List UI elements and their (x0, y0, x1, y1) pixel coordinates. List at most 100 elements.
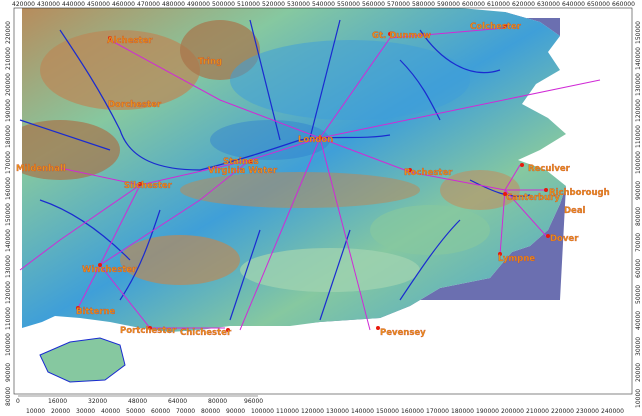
place-label-colchester: Colchester (470, 22, 522, 32)
place-label-dunmow: Gt. Dunmow (372, 31, 431, 41)
bottom-tick: 150000 (376, 408, 399, 415)
scale-tick: 16000 (48, 398, 67, 405)
left-tick: 210000 (5, 47, 12, 70)
top-tick: 490000 (187, 1, 210, 8)
top-tick: 520000 (262, 1, 285, 8)
top-tick: 600000 (462, 1, 485, 8)
bottom-tick: 220000 (551, 408, 574, 415)
top-tick: 540000 (312, 1, 335, 8)
bottom-tick: 80000 (201, 408, 220, 415)
bottom-tick: 140000 (351, 408, 374, 415)
top-tick: 450000 (87, 1, 110, 8)
right-tick: 100000 (635, 151, 642, 174)
place-label-lympne: Lympne (498, 254, 535, 264)
right-tick: 70000 (635, 233, 642, 252)
top-tick: 460000 (112, 1, 135, 8)
bottom-tick: 40000 (101, 408, 120, 415)
scale-tick: 80000 (208, 398, 227, 405)
right-tick: 40000 (635, 311, 642, 330)
bottom-tick: 10000 (26, 408, 45, 415)
map-svg: 420000 430000 440000 450000 460000 47000… (5, 1, 642, 415)
right-tick: 30000 (635, 337, 642, 356)
top-tick: 610000 (487, 1, 510, 8)
top-tick: 530000 (287, 1, 310, 8)
left-tick: 110000 (5, 307, 12, 330)
bottom-axis: 10000 20000 30000 40000 50000 60000 7000… (26, 408, 624, 415)
right-tick: 50000 (635, 285, 642, 304)
place-label-richborough: Richborough (549, 188, 610, 198)
relief-map: 420000 430000 440000 450000 460000 47000… (0, 0, 642, 416)
bottom-tick: 110000 (276, 408, 299, 415)
right-tick: 80000 (635, 207, 642, 226)
right-tick: 110000 (635, 125, 642, 148)
bottom-tick: 90000 (226, 408, 245, 415)
bottom-tick: 120000 (301, 408, 324, 415)
bottom-tick: 180000 (451, 408, 474, 415)
place-label-tring: Tring (198, 57, 222, 67)
right-axis: 150000 140000 130000 120000 110000 10000… (635, 21, 642, 408)
top-tick: 550000 (337, 1, 360, 8)
place-label-bitterne: Bitterne (76, 307, 116, 317)
place-label-chichester: Chichester (180, 328, 232, 338)
right-tick: 20000 (635, 363, 642, 382)
place-label-deal: Deal (564, 206, 586, 216)
top-tick: 500000 (212, 1, 235, 8)
scale-tick: 0 (16, 398, 20, 405)
top-tick: 430000 (37, 1, 60, 8)
town-dot (544, 188, 548, 192)
place-label-winchester: Winchester (82, 265, 137, 275)
left-tick: 100000 (5, 333, 12, 356)
top-tick: 420000 (12, 1, 35, 8)
bottom-tick: 170000 (426, 408, 449, 415)
place-label-pevensey: Pevensey (380, 328, 426, 338)
left-tick: 120000 (5, 281, 12, 304)
place-label-silchester: Silchester (124, 181, 173, 191)
left-tick: 140000 (5, 229, 12, 252)
top-tick: 570000 (387, 1, 410, 8)
left-tick: 150000 (5, 203, 12, 226)
right-tick: 10000 (635, 389, 642, 408)
right-tick: 90000 (635, 181, 642, 200)
left-tick: 220000 (5, 21, 12, 44)
scale-bar: 0 16000 32000 48000 64000 80000 96000 (16, 395, 263, 405)
right-tick: 60000 (635, 259, 642, 278)
top-tick: 440000 (62, 1, 85, 8)
top-tick: 480000 (162, 1, 185, 8)
left-axis: 220000 210000 200000 190000 180000 17000… (5, 21, 12, 406)
top-tick: 630000 (537, 1, 560, 8)
bottom-tick: 100000 (251, 408, 274, 415)
bottom-tick: 240000 (601, 408, 624, 415)
bottom-tick: 200000 (501, 408, 524, 415)
place-label-virginia-water: Virginia Water (208, 166, 278, 176)
bottom-tick: 190000 (476, 408, 499, 415)
bottom-tick: 50000 (126, 408, 145, 415)
left-tick: 180000 (5, 125, 12, 148)
scale-tick: 96000 (244, 398, 263, 405)
scale-tick: 64000 (168, 398, 187, 405)
top-tick: 620000 (512, 1, 535, 8)
bottom-tick: 230000 (576, 408, 599, 415)
left-tick: 190000 (5, 99, 12, 122)
left-tick: 80000 (5, 387, 12, 406)
left-tick: 130000 (5, 255, 12, 278)
top-tick: 590000 (437, 1, 460, 8)
left-tick: 200000 (5, 73, 12, 96)
left-tick: 170000 (5, 151, 12, 174)
bottom-tick: 160000 (401, 408, 424, 415)
bottom-tick: 210000 (526, 408, 549, 415)
right-tick: 120000 (635, 99, 642, 122)
place-label-portchester: Portchester (120, 326, 177, 336)
place-label-dover: Dover (550, 234, 579, 244)
right-tick: 130000 (635, 73, 642, 96)
top-tick: 510000 (237, 1, 260, 8)
left-tick: 90000 (5, 363, 12, 382)
bottom-tick: 70000 (176, 408, 195, 415)
top-tick: 650000 (587, 1, 610, 8)
bottom-tick: 130000 (326, 408, 349, 415)
place-label-reculver: Reculver (528, 164, 571, 174)
scale-tick: 48000 (128, 398, 147, 405)
top-tick: 560000 (362, 1, 385, 8)
town-dot (520, 163, 524, 167)
bottom-tick: 20000 (51, 408, 70, 415)
top-tick: 640000 (562, 1, 585, 8)
